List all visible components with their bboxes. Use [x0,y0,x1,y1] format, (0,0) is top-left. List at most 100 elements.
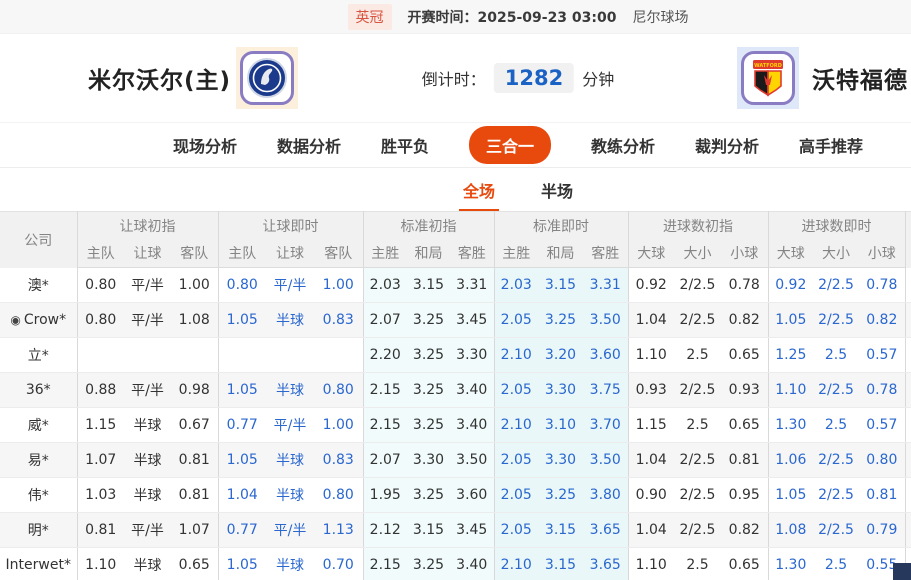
odds-cell[interactable]: 3.25 [407,337,450,373]
odds-cell[interactable]: 3.50 [450,442,494,478]
odds-cell[interactable]: 0.78 [859,267,906,303]
odds-cell[interactable]: 0.65 [721,407,769,443]
odds-cell[interactable]: 0.81 [171,477,218,513]
odds-cell[interactable]: 2.05 [493,372,538,408]
nav-tab-1[interactable]: 数据分析 [277,133,341,157]
odds-cell[interactable]: 1.08 [171,302,218,338]
odds-cell[interactable]: 3.31 [583,267,628,303]
odds-cell[interactable]: 3.15 [538,512,583,548]
company-name[interactable]: 36* [0,372,77,408]
odds-cell[interactable]: 1.05 [767,302,814,338]
odds-cell[interactable]: 1.05 [217,442,266,478]
odds-cell[interactable]: 3.40 [450,547,494,580]
odds-cell[interactable]: 2.20 [362,337,407,373]
odds-cell[interactable]: 0.80 [314,372,363,408]
odds-cell[interactable]: 1.05 [217,547,266,580]
odds-cell[interactable]: 0.82 [859,302,906,338]
odds-cell[interactable]: 平/半 [124,302,171,338]
odds-cell[interactable]: 3.60 [450,477,494,513]
odds-cell[interactable]: 0.65 [721,547,769,580]
odds-cell[interactable]: 3.75 [583,372,628,408]
odds-cell[interactable]: 3.15 [538,547,583,580]
odds-cell[interactable]: 1.10 [767,372,814,408]
odds-cell[interactable]: 1.10 [627,547,674,580]
odds-cell[interactable]: 2/2.5 [674,302,721,338]
odds-cell[interactable]: 3.25 [407,407,450,443]
odds-cell[interactable]: 2.10 [493,407,538,443]
odds-cell[interactable] [266,337,314,373]
nav-tab-6[interactable]: 高手推荐 [799,133,863,157]
odds-cell[interactable]: 2.05 [493,302,538,338]
odds-cell[interactable]: 2/2.5 [674,267,721,303]
odds-cell[interactable]: 0.95 [721,477,769,513]
odds-cell[interactable]: 2.5 [674,407,721,443]
scope-tab-1[interactable]: 半场 [541,178,573,202]
odds-cell[interactable]: 3.50 [583,442,628,478]
odds-cell[interactable]: 3.31 [450,267,494,303]
odds-cell[interactable]: 3.25 [538,477,583,513]
odds-cell[interactable]: 0.98 [171,372,218,408]
odds-cell[interactable]: 2/2.5 [813,512,860,548]
odds-cell[interactable]: 3.30 [538,442,583,478]
company-name[interactable]: ◉ Crow* [0,302,77,338]
odds-cell[interactable]: 1.07 [76,442,124,478]
odds-cell[interactable]: 1.04 [217,477,266,513]
odds-cell[interactable]: 2/2.5 [813,442,860,478]
odds-cell[interactable]: 1.05 [217,372,266,408]
odds-cell[interactable]: 0.80 [217,267,266,303]
odds-cell[interactable]: 3.25 [407,372,450,408]
odds-cell[interactable]: 0.77 [217,407,266,443]
odds-cell[interactable]: 1.30 [767,547,814,580]
odds-cell[interactable]: 平/半 [266,512,314,548]
company-name[interactable]: 威* [0,407,77,443]
odds-cell[interactable]: 半球 [266,477,314,513]
odds-cell[interactable]: 平/半 [124,512,171,548]
odds-cell[interactable]: 3.20 [538,337,583,373]
odds-cell[interactable]: 1.00 [314,267,363,303]
odds-cell[interactable] [217,337,266,373]
odds-cell[interactable] [171,337,218,373]
odds-cell[interactable]: 2.12 [362,512,407,548]
odds-cell[interactable]: 0.81 [721,442,769,478]
odds-cell[interactable]: 0.80 [76,267,124,303]
odds-cell[interactable]: 0.77 [217,512,266,548]
odds-cell[interactable]: 1.04 [627,512,674,548]
odds-cell[interactable]: 2.5 [674,547,721,580]
odds-cell[interactable]: 0.65 [171,547,218,580]
odds-cell[interactable]: 0.88 [76,372,124,408]
odds-cell[interactable] [124,337,171,373]
odds-cell[interactable]: 2/2.5 [813,477,860,513]
odds-cell[interactable]: 0.81 [76,512,124,548]
company-name[interactable]: Interwet* [0,547,77,580]
odds-cell[interactable]: 2.15 [362,547,407,580]
odds-cell[interactable]: 2.10 [493,337,538,373]
odds-cell[interactable]: 2/2.5 [674,512,721,548]
nav-tab-5[interactable]: 裁判分析 [695,133,759,157]
odds-cell[interactable]: 3.10 [538,407,583,443]
odds-cell[interactable]: 2/2.5 [674,372,721,408]
odds-cell[interactable]: 0.65 [721,337,769,373]
odds-cell[interactable]: 2.03 [493,267,538,303]
odds-cell[interactable]: 平/半 [124,372,171,408]
odds-cell[interactable]: 2.05 [493,477,538,513]
odds-cell[interactable]: 0.83 [314,442,363,478]
odds-cell[interactable]: 2.5 [813,547,860,580]
odds-cell[interactable]: 平/半 [266,267,314,303]
odds-cell[interactable]: 2/2.5 [674,442,721,478]
odds-cell[interactable]: 半球 [266,372,314,408]
nav-tab-2[interactable]: 胜平负 [381,133,429,157]
company-name[interactable]: 澳* [0,267,77,303]
odds-cell[interactable]: 0.93 [627,372,674,408]
odds-cell[interactable]: 3.65 [583,512,628,548]
odds-cell[interactable]: 0.79 [859,512,906,548]
odds-cell[interactable]: 0.57 [859,337,906,373]
odds-cell[interactable]: 2.10 [493,547,538,580]
odds-cell[interactable]: 1.95 [362,477,407,513]
scope-tab-0[interactable]: 全场 [458,178,500,212]
nav-tab-4[interactable]: 教练分析 [591,133,655,157]
odds-cell[interactable]: 平/半 [124,267,171,303]
odds-cell[interactable]: 3.70 [583,407,628,443]
odds-cell[interactable]: 3.45 [450,512,494,548]
odds-cell[interactable]: 半球 [124,477,171,513]
league-badge[interactable]: 英冠 [347,3,392,30]
